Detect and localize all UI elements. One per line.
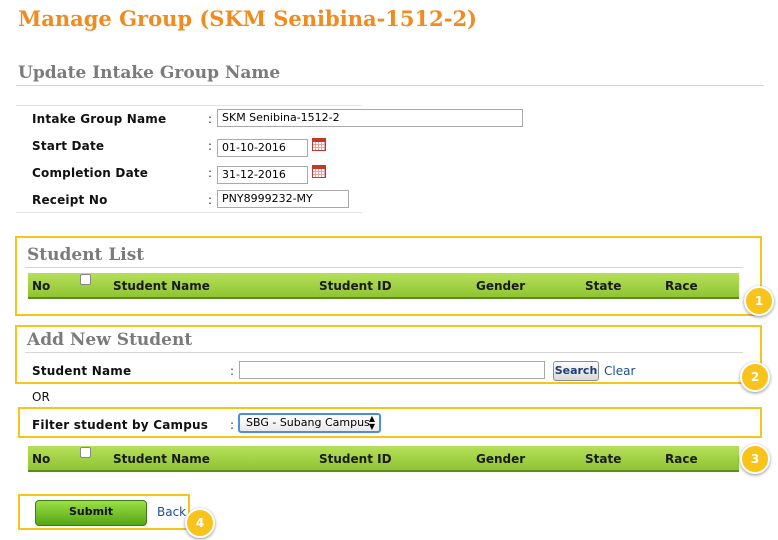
colon: : (230, 364, 235, 378)
colon: : (208, 193, 213, 207)
receipt-no-label: Receipt No (32, 193, 108, 207)
callout-badge: 4 (185, 508, 215, 538)
callout-badge: 1 (744, 286, 774, 316)
update-section-title: Update Intake Group Name (18, 63, 281, 83)
receipt-no-input[interactable]: PNY8999232-MY (217, 190, 349, 208)
submit-button[interactable]: Submit (35, 500, 147, 526)
form-bottom-border (16, 212, 362, 213)
colon: : (208, 112, 213, 126)
campus-select[interactable]: SBG - Subang Campus ▲ ▼ (238, 413, 381, 433)
col-race: Race (665, 452, 698, 466)
colon: : (208, 139, 213, 153)
select-all-checkbox[interactable] (80, 447, 91, 458)
add-student-divider (25, 352, 743, 353)
completion-date-input[interactable]: 31-12-2016 (217, 166, 308, 184)
form-top-border (16, 105, 362, 106)
student-list-divider (25, 267, 743, 268)
col-student-id: Student ID (319, 452, 392, 466)
start-date-label: Start Date (32, 139, 105, 153)
calendar-icon[interactable] (312, 138, 326, 151)
search-button[interactable]: Search (553, 361, 599, 381)
col-gender: Gender (476, 452, 526, 466)
col-student-id: Student ID (319, 279, 392, 293)
col-student-name: Student Name (113, 279, 210, 293)
calendar-icon[interactable] (312, 165, 326, 178)
col-no: No (32, 279, 51, 293)
colon: : (230, 418, 235, 432)
col-race: Race (665, 279, 698, 293)
completion-date-label: Completion Date (32, 166, 149, 180)
intake-group-name-input[interactable]: SKM Senibina-1512-2 (217, 109, 523, 127)
update-section-divider (16, 85, 764, 86)
col-state: State (585, 452, 622, 466)
callout-badge: 3 (740, 444, 770, 474)
or-text: OR (32, 390, 50, 404)
select-arrows-icon: ▲ ▼ (368, 414, 375, 431)
campus-select-value: SBG - Subang Campus (246, 416, 370, 429)
add-student-title: Add New Student (27, 330, 193, 350)
callout-badge: 2 (740, 362, 770, 392)
colon: : (208, 166, 213, 180)
col-gender: Gender (476, 279, 526, 293)
back-link[interactable]: Back (157, 505, 186, 519)
intake-group-name-label: Intake Group Name (32, 112, 167, 126)
page-title: Manage Group (SKM Senibina-1512-2) (18, 6, 477, 31)
filter-campus-label: Filter student by Campus (32, 418, 209, 432)
student-list-title: Student List (27, 245, 145, 265)
student-list-header: No Student Name Student ID Gender State … (28, 273, 739, 299)
student-name-input[interactable] (239, 361, 545, 379)
clear-link[interactable]: Clear (604, 364, 635, 378)
col-no: No (32, 452, 51, 466)
start-date-input[interactable]: 01-10-2016 (217, 139, 308, 157)
student-name-label: Student Name (32, 364, 132, 378)
add-student-results-header: No Student Name Student ID Gender State … (28, 446, 739, 472)
col-state: State (585, 279, 622, 293)
col-student-name: Student Name (113, 452, 210, 466)
select-all-checkbox[interactable] (80, 274, 91, 285)
